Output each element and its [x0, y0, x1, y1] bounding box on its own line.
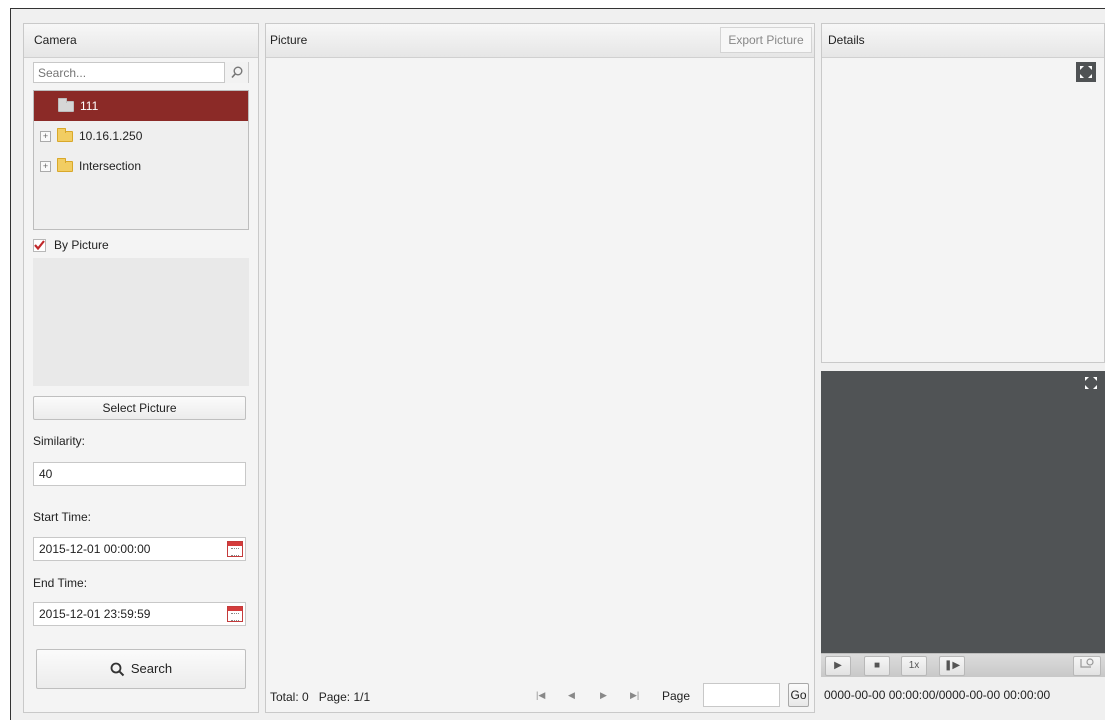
expand-arrows-icon [1080, 66, 1092, 78]
total-value: 0 [302, 690, 309, 704]
by-picture-row: By Picture [33, 238, 109, 252]
fullscreen-icon[interactable] [1081, 373, 1101, 393]
tree-item-intersection[interactable]: + Intersection [34, 151, 248, 181]
play-button[interactable]: ▶ [825, 656, 851, 676]
end-time-value: 2015-12-01 23:59:59 [39, 607, 151, 621]
pagination-bar: Total: 0 Page: 1/1 |◀ ◀ ▶ ▶| Page Go [266, 676, 814, 712]
tree-item-label: 111 [80, 99, 99, 113]
player-controls: ▶ ■ 1x ❚▶ [821, 653, 1105, 677]
page-value: 1/1 [353, 690, 371, 704]
capture-button[interactable] [1073, 656, 1101, 676]
end-time-label: End Time: [33, 576, 88, 590]
calendar-icon[interactable] [227, 541, 243, 557]
camera-search-box [33, 62, 249, 83]
details-panel-title: Details [822, 24, 1104, 58]
details-panel: Details [821, 23, 1105, 363]
folder-icon [57, 127, 73, 142]
go-button[interactable]: Go [788, 683, 809, 707]
search-icon [110, 662, 125, 676]
start-time-field[interactable]: 2015-12-01 00:00:00 [33, 537, 246, 561]
start-time-value: 2015-12-01 00:00:00 [39, 542, 151, 556]
frame-forward-button[interactable]: ❚▶ [939, 656, 965, 676]
search-icon [230, 66, 242, 79]
last-page-icon[interactable]: ▶| [630, 690, 639, 701]
page-input[interactable] [703, 683, 780, 707]
capture-icon [1080, 658, 1094, 668]
total-label: Total: [270, 690, 299, 704]
page-label: Page: [318, 690, 351, 704]
speed-button[interactable]: 1x [901, 656, 927, 676]
export-picture-button[interactable]: Export Picture [720, 27, 812, 53]
stop-button[interactable]: ■ [864, 656, 890, 676]
tree-item-111[interactable]: 111 [34, 91, 248, 121]
next-page-icon[interactable]: ▶ [600, 690, 607, 701]
fullscreen-icon[interactable] [1076, 62, 1096, 82]
folder-icon [58, 97, 74, 112]
expand-icon[interactable]: + [40, 130, 51, 142]
select-picture-button[interactable]: Select Picture [33, 396, 246, 420]
tree-item-label: Intersection [79, 159, 142, 173]
tree-item-10-16-1-250[interactable]: + 10.16.1.250 [34, 121, 248, 151]
by-picture-label: By Picture [54, 238, 109, 252]
camera-tree: 111 + 10.16.1.250 + Intersection [33, 90, 249, 230]
video-playback-area [821, 371, 1105, 653]
picture-panel: Picture Export Picture Total: 0 Page: 1/… [265, 23, 815, 713]
start-time-label: Start Time: [33, 510, 92, 524]
camera-search-button[interactable] [224, 62, 248, 83]
page-input-label: Page [662, 689, 691, 703]
pagination-info: Total: 0 Page: 1/1 [270, 690, 370, 704]
expand-arrows-icon [1085, 377, 1097, 389]
calendar-icon[interactable] [227, 606, 243, 622]
picture-panel-header: Picture Export Picture [266, 24, 814, 58]
picture-panel-title: Picture [270, 33, 308, 47]
end-time-field[interactable]: 2015-12-01 23:59:59 [33, 602, 246, 626]
similarity-field[interactable]: 40 [33, 462, 246, 486]
playback-time-text: 0000-00-00 00:00:00/0000-00-00 00:00:00 [824, 688, 1051, 702]
similarity-label: Similarity: [33, 434, 86, 448]
first-page-icon[interactable]: |◀ [536, 690, 545, 701]
camera-search-input[interactable] [34, 63, 220, 82]
by-picture-checkbox[interactable] [33, 238, 46, 252]
folder-icon [57, 157, 73, 172]
picture-preview-area [33, 258, 249, 386]
prev-page-icon[interactable]: ◀ [568, 690, 575, 701]
camera-panel-title: Camera [24, 24, 258, 58]
camera-panel: Camera 111 + 10.16.1.250 + Intersection [23, 23, 259, 713]
expand-icon[interactable]: + [40, 160, 51, 172]
search-button-label: Search [130, 661, 173, 676]
search-button[interactable]: Search [36, 649, 246, 689]
checkmark-icon [34, 240, 45, 250]
tree-item-label: 10.16.1.250 [79, 129, 143, 143]
